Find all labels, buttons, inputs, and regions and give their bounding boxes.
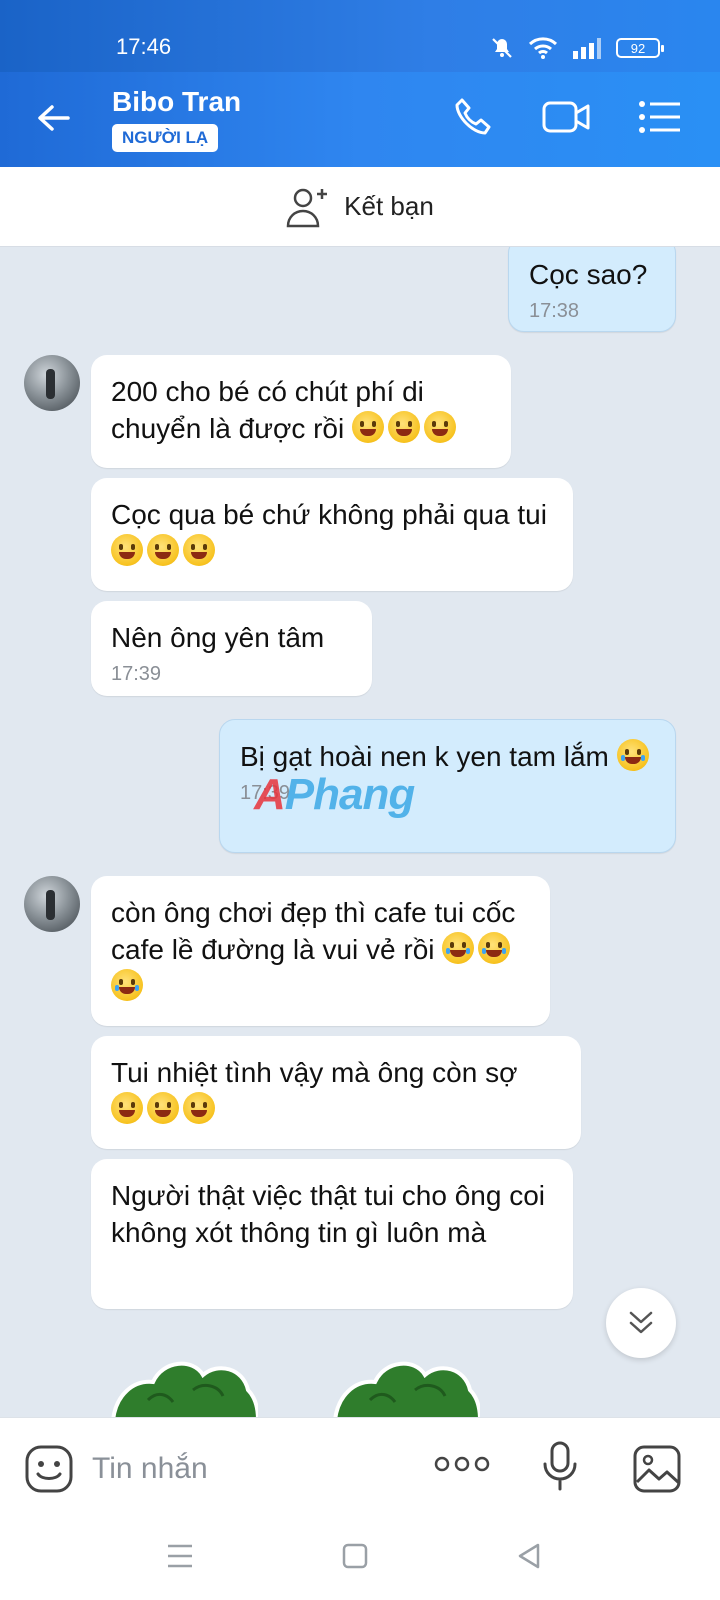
video-call-icon[interactable]	[542, 96, 592, 138]
battery-icon: 92	[616, 38, 664, 58]
message-text: Cọc qua bé chứ không phải qua tui	[111, 499, 547, 530]
message-bubble-incoming[interactable]: Tui nhiệt tình vậy mà ông còn sợ	[91, 1036, 581, 1149]
message-text: Cọc sao?	[529, 259, 648, 290]
smile-emoji-icon	[111, 534, 219, 567]
microphone-icon[interactable]	[540, 1440, 580, 1492]
more-options-icon[interactable]	[434, 1454, 490, 1474]
menu-list-icon[interactable]	[638, 96, 682, 138]
status-bar: 17:46 92	[0, 0, 720, 72]
message-list[interactable]: Cọc sao? 17:38 200 cho bé có chút phí di…	[0, 247, 720, 1417]
message-time: 17:39	[111, 663, 162, 685]
system-nav-bar	[0, 1517, 720, 1600]
wifi-icon	[528, 37, 558, 59]
signal-icon	[573, 38, 601, 59]
message-bubble-incoming[interactable]: Người thật việc thật tui cho ông coi khô…	[91, 1159, 573, 1309]
double-chevron-down-icon	[629, 1311, 653, 1334]
watermark-text: Phang	[284, 770, 415, 819]
message-time: 17:38	[529, 300, 580, 322]
laugh-emoji-icon	[616, 739, 653, 772]
sticker-image[interactable]	[108, 1340, 258, 1420]
message-input-bar: Tin nhắn	[0, 1417, 720, 1517]
watermark-logo: APhang	[254, 770, 415, 820]
battery-level: 92	[630, 40, 646, 56]
chat-header: Bibo Tran NGƯỜI LẠ	[0, 72, 720, 167]
message-text: Nên ông yên tâm	[111, 622, 325, 653]
back-nav-icon[interactable]	[516, 1543, 542, 1569]
contact-name[interactable]: Bibo Tran	[112, 86, 241, 118]
status-time: 17:46	[116, 34, 172, 59]
message-bubble-incoming[interactable]: còn ông chơi đẹp thì cafe tui cốc cafe l…	[91, 876, 550, 1026]
add-user-icon	[286, 188, 328, 227]
recent-apps-icon[interactable]	[166, 1543, 194, 1569]
phone-call-icon[interactable]	[452, 96, 494, 138]
image-gallery-icon[interactable]	[632, 1444, 682, 1494]
scroll-to-bottom-button[interactable]	[606, 1288, 676, 1358]
home-icon[interactable]	[342, 1543, 368, 1569]
add-friend-button[interactable]: Kết bạn	[0, 167, 720, 247]
sticker-image[interactable]	[330, 1340, 480, 1420]
stranger-badge: NGƯỜI LẠ	[112, 124, 219, 152]
smile-emoji-icon	[111, 1092, 219, 1125]
contact-avatar[interactable]	[24, 355, 80, 411]
back-arrow-icon[interactable]	[34, 98, 74, 138]
message-bubble-incoming[interactable]: 200 cho bé có chút phí di chuyển là được…	[91, 355, 511, 468]
message-text: Người thật việc thật tui cho ông coi khô…	[111, 1180, 545, 1248]
status-icons: 92	[490, 36, 664, 60]
watermark-initial: A	[254, 770, 286, 819]
message-bubble-outgoing[interactable]: Cọc sao? 17:38	[508, 247, 676, 332]
add-friend-label: Kết bạn	[344, 191, 434, 221]
grin-emoji-icon	[352, 411, 460, 444]
sticker-emoji-icon[interactable]	[24, 1444, 74, 1494]
message-text: Bị gạt hoài nen k yen tam lắm	[240, 741, 609, 772]
message-bubble-incoming[interactable]: Nên ông yên tâm 17:39	[91, 601, 372, 696]
message-text: Tui nhiệt tình vậy mà ông còn sợ	[111, 1057, 518, 1088]
contact-avatar[interactable]	[24, 876, 80, 932]
message-input[interactable]: Tin nhắn	[92, 1452, 208, 1486]
message-bubble-incoming[interactable]: Cọc qua bé chứ không phải qua tui	[91, 478, 573, 591]
mute-icon	[492, 38, 512, 58]
